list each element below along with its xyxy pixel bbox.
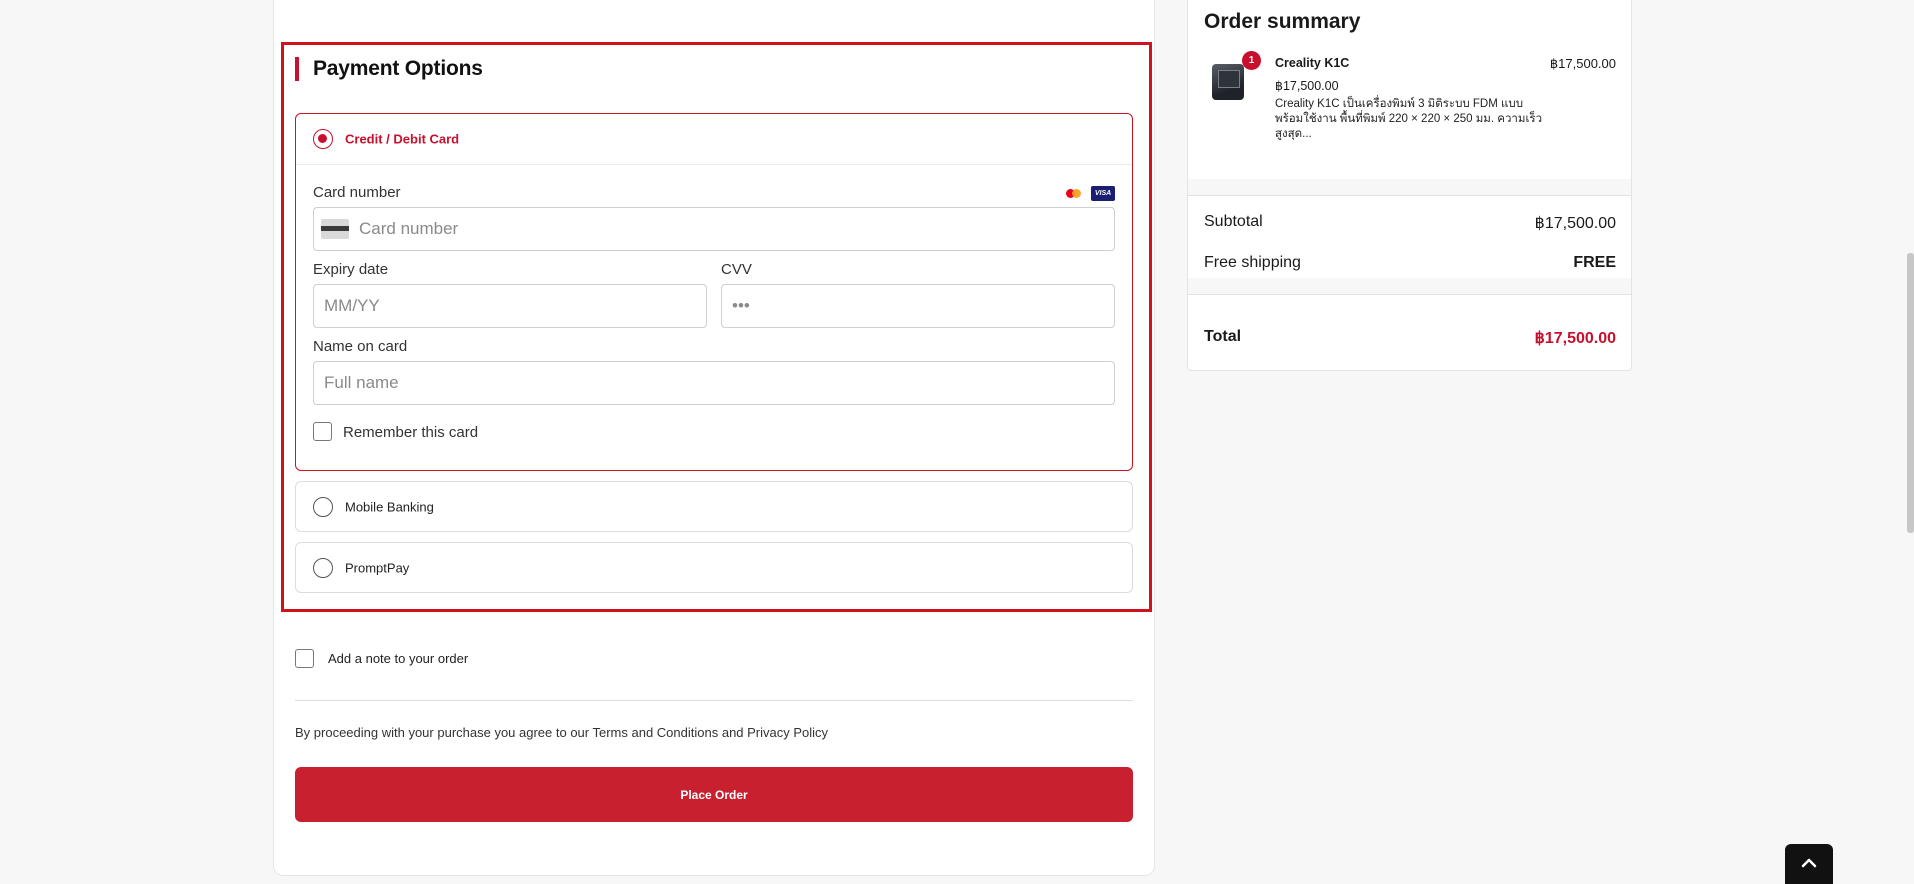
terms-text: By proceeding with your purchase you agr… — [295, 725, 829, 740]
order-note-checkbox[interactable] — [295, 649, 314, 668]
card-number-label: Card number — [313, 184, 401, 201]
mobile-banking-radio[interactable] — [313, 496, 333, 517]
heading-accent-bar — [295, 57, 299, 81]
expiry-label: Expiry date — [313, 261, 389, 278]
expiry-input[interactable] — [313, 284, 707, 328]
product-image — [1212, 64, 1244, 100]
summary-divider-2 — [1188, 294, 1631, 295]
subtotal-label: Subtotal — [1204, 213, 1263, 230]
shipping-label: Free shipping — [1204, 254, 1301, 271]
product-name: Creality K1C — [1275, 56, 1350, 70]
cvv-input[interactable] — [721, 284, 1115, 328]
mastercard-icon — [1062, 186, 1086, 201]
product-description: Creality K1C เป็นเครื่องพิมพ์ 3 มิติระบบ… — [1275, 98, 1543, 140]
back-to-top-button[interactable] — [1785, 844, 1833, 884]
card-radio[interactable] — [313, 129, 333, 149]
subtotal-value: ฿17,500.00 — [1534, 215, 1616, 232]
total-value: ฿17,500.00 — [1534, 330, 1616, 347]
card-option-label[interactable]: Credit / Debit Card — [345, 132, 459, 147]
divider — [295, 700, 1133, 701]
mobile-banking-label[interactable]: Mobile Banking — [345, 499, 434, 514]
place-order-button[interactable]: Place Order — [295, 767, 1133, 822]
order-summary-title: Order summary — [1204, 10, 1361, 33]
summary-separator-band-2 — [1188, 278, 1631, 294]
product-line-total: ฿17,500.00 — [1549, 56, 1616, 71]
remember-card-checkbox[interactable] — [313, 422, 332, 441]
name-on-card-input[interactable] — [313, 361, 1115, 405]
remember-card-label[interactable]: Remember this card — [343, 424, 478, 441]
quantity-badge: 1 — [1242, 51, 1261, 70]
summary-separator-band — [1188, 179, 1631, 195]
payment-heading-text: Payment Options — [313, 57, 483, 80]
payment-option-card-header[interactable]: Credit / Debit Card — [296, 114, 1132, 165]
promptpay-radio[interactable] — [313, 557, 333, 578]
visa-icon: VISA — [1091, 186, 1115, 201]
payment-option-mobile-banking[interactable]: Mobile Banking — [295, 481, 1133, 532]
shipping-value: FREE — [1573, 254, 1616, 271]
payment-heading: Payment Options — [295, 56, 483, 82]
order-note-label[interactable]: Add a note to your order — [328, 651, 468, 666]
cvv-label: CVV — [721, 261, 752, 278]
promptpay-label[interactable]: PromptPay — [345, 560, 409, 575]
summary-divider — [1188, 195, 1631, 196]
scrollbar-thumb[interactable] — [1907, 253, 1914, 533]
product-unit-price: ฿17,500.00 — [1275, 79, 1339, 93]
card-number-input[interactable] — [313, 207, 1115, 251]
payment-option-promptpay[interactable]: PromptPay — [295, 542, 1133, 593]
name-on-card-label: Name on card — [313, 338, 408, 355]
chevron-up-icon — [1801, 858, 1817, 867]
total-label: Total — [1204, 328, 1242, 345]
credit-card-icon — [321, 219, 349, 239]
